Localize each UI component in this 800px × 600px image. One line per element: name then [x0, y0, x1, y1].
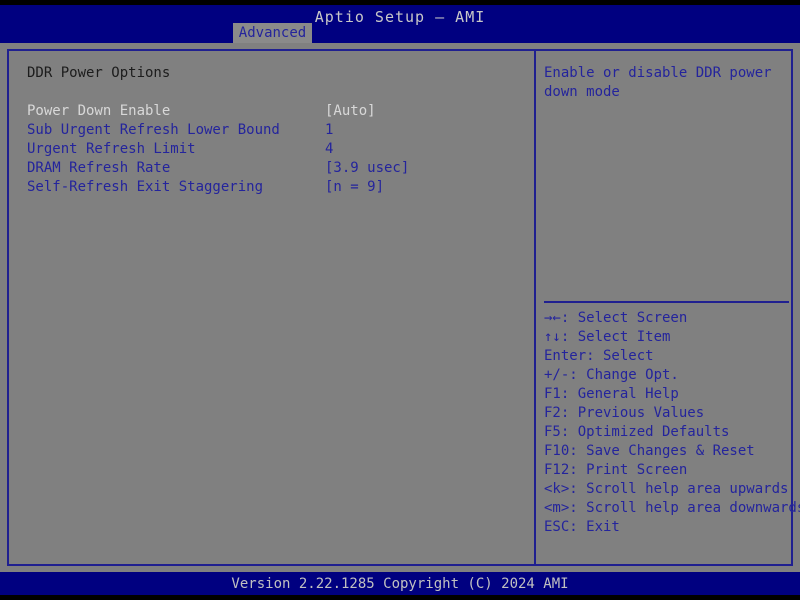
- legend-line: +/-: Change Opt.: [544, 367, 679, 383]
- key-legend: →←: Select Screen ↑↓: Select Item Enter: S…: [544, 309, 800, 537]
- legend-line: F5: Optimized Defaults: [544, 424, 730, 440]
- content-frame: DDR Power Options Power Down Enable [Auto…: [7, 49, 800, 566]
- help-divider: [544, 301, 789, 303]
- option-label: Self-Refresh Exit Staggering: [27, 179, 264, 195]
- legend-line: F1: General Help: [544, 386, 679, 402]
- option-value[interactable]: [Auto]: [325, 102, 376, 121]
- option-value[interactable]: 1: [325, 121, 333, 140]
- bottom-black-strip: [0, 595, 800, 600]
- options-list: Power Down Enable [Auto] Sub Urgent Refres…: [27, 102, 527, 197]
- option-row[interactable]: Power Down Enable [Auto]: [27, 102, 527, 121]
- version-string: Version 2.22.1285 Copyright (C) 2024 AMI: [231, 576, 569, 592]
- option-value[interactable]: 4: [325, 140, 333, 159]
- legend-line: F10: Save Changes & Reset: [544, 443, 755, 459]
- option-row[interactable]: DRAM Refresh Rate [3.9 usec]: [27, 159, 527, 178]
- help-description: Enable or disable DDR power down mode: [544, 65, 781, 100]
- option-row[interactable]: Self-Refresh Exit Staggering [n = 9]: [27, 178, 527, 197]
- legend-line: ↑↓: Select Item: [544, 329, 671, 345]
- option-label: Power Down Enable: [27, 103, 171, 119]
- legend-line: <m>: Scroll help area downwards: [544, 500, 800, 516]
- option-label: DRAM Refresh Rate: [27, 160, 171, 176]
- option-row[interactable]: Sub Urgent Refresh Lower Bound 1: [27, 121, 527, 140]
- section-heading: DDR Power Options: [27, 65, 171, 81]
- legend-line: F2: Previous Values: [544, 405, 705, 421]
- legend-line: →←: Select Screen: [544, 310, 688, 326]
- options-panel: DDR Power Options Power Down Enable [Auto…: [9, 51, 534, 564]
- tab-bar: Advanced: [0, 23, 800, 43]
- legend-line: ESC: Exit: [544, 519, 620, 535]
- legend-line: Enter: Select: [544, 348, 654, 364]
- bios-setup-screen: Aptio Setup – AMI Advanced DDR Power Opt…: [0, 0, 800, 600]
- option-label: Sub Urgent Refresh Lower Bound: [27, 122, 280, 138]
- tab-advanced[interactable]: Advanced: [233, 23, 312, 43]
- legend-line: F12: Print Screen: [544, 462, 688, 478]
- help-panel: Enable or disable DDR power down mode →←…: [536, 51, 800, 564]
- option-value[interactable]: [3.9 usec]: [325, 159, 409, 178]
- legend-line: <k>: Scroll help area upwards: [544, 481, 789, 497]
- option-value[interactable]: [n = 9]: [325, 178, 384, 197]
- option-label: Urgent Refresh Limit: [27, 141, 196, 157]
- option-row[interactable]: Urgent Refresh Limit 4: [27, 140, 527, 159]
